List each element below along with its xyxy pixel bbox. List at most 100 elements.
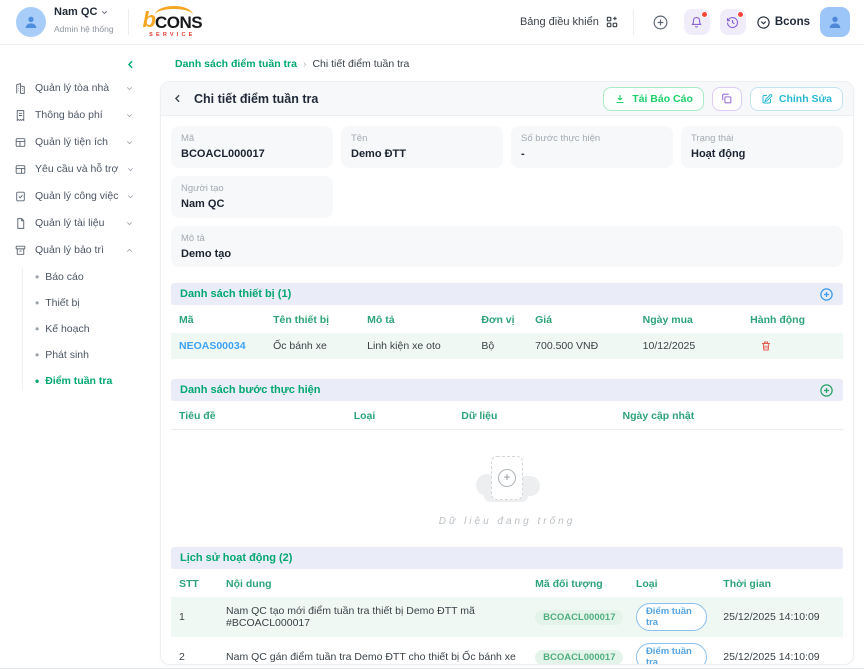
device-code-link[interactable]: NEOAS00034 <box>179 340 246 352</box>
sidebar-item-fee-notice[interactable]: Thông báo phí <box>14 106 134 124</box>
field-name-value: Demo ĐTT <box>351 148 493 160</box>
col-header: Ngày cập nhật <box>615 401 844 430</box>
sidebar-item-requests-support[interactable]: Yêu cầu và hỗ trợ <box>14 160 134 178</box>
card-header: Chi tiết điểm tuần tra Tải Báo Cáo Chỉnh… <box>161 82 853 116</box>
user-avatar[interactable] <box>16 7 46 37</box>
history-content: Nam QC tạo mới điểm tuần tra thiết bị De… <box>218 597 527 637</box>
plus-circle-icon <box>819 287 834 302</box>
devices-section-title: Danh sách thiết bị (1) <box>180 288 291 300</box>
notification-badge <box>701 11 708 18</box>
sidebar-item-task-management[interactable]: Quản lý công việc <box>14 187 134 205</box>
dashboard-link[interactable]: Bảng điều khiển <box>520 15 619 29</box>
sidebar-subitem-plans[interactable]: •Kế hoạch <box>35 320 134 338</box>
sidebar-item-document-management[interactable]: Quản lý tài liệu <box>14 214 134 232</box>
history-time: 25/12/2025 14:10:09 <box>715 597 843 637</box>
sidebar: Quản lý tòa nhà Thông báo phí Quản lý ti… <box>0 45 140 668</box>
document-icon <box>14 217 27 230</box>
chevron-down-icon <box>125 84 134 93</box>
org-switcher[interactable]: Bcons <box>756 15 810 30</box>
user-menu[interactable]: Nam QC Admin hệ thống <box>16 6 114 37</box>
sidebar-subitem-patrol-points[interactable]: •Điểm tuần tra <box>35 372 134 390</box>
person-icon <box>827 14 843 30</box>
devices-section-header: Danh sách thiết bị (1) <box>171 283 843 305</box>
field-status-value: Hoạt động <box>691 148 833 160</box>
sidebar-item-building-management[interactable]: Quản lý tòa nhà <box>14 79 134 97</box>
logo-text: CONS <box>155 14 202 31</box>
add-step-button[interactable] <box>819 383 834 398</box>
field-name: Tên Demo ĐTT <box>341 126 503 168</box>
history-section-title: Lịch sử hoạt động (2) <box>180 552 292 564</box>
col-header: Mã <box>171 305 265 333</box>
delete-device-button[interactable] <box>750 340 835 352</box>
user-name: Nam QC <box>54 6 97 19</box>
plus-circle-icon <box>652 14 669 31</box>
col-header: Mã đối tượng <box>527 569 628 597</box>
history-content: Nam QC gán điểm tuần tra Demo ĐTT cho th… <box>218 637 527 665</box>
field-code: Mã BCOACL000017 <box>171 126 333 168</box>
history-stt: 1 <box>171 597 218 637</box>
empty-text: Dữ liệu đang trống <box>439 516 576 527</box>
chevron-left-icon <box>171 92 184 105</box>
page-title: Chi tiết điểm tuần tra <box>194 92 318 106</box>
col-header: Đơn vị <box>473 305 527 333</box>
steps-section-title: Danh sách bước thực hiện <box>180 384 321 396</box>
invoice-icon <box>14 109 27 122</box>
breadcrumb-current: Chi tiết điểm tuần tra <box>312 58 409 70</box>
edit-button[interactable]: Chỉnh Sửa <box>750 87 843 111</box>
col-header: Loại <box>346 401 454 430</box>
device-row: NEOAS00034 Ốc bánh xe Linh kiện xe oto B… <box>171 333 843 359</box>
sidebar-collapse-button[interactable] <box>124 58 137 71</box>
field-step-count: Số bước thực hiện - <box>511 126 673 168</box>
field-creator-value: Nam QC <box>181 198 323 210</box>
breadcrumb-separator: › <box>303 58 307 70</box>
device-unit: Bộ <box>473 333 527 359</box>
chevron-down-icon <box>125 219 134 228</box>
detail-fields: Mã BCOACL000017 Tên Demo ĐTT Số bước thự… <box>171 126 843 267</box>
col-header: Ngày mua <box>635 305 743 333</box>
sidebar-subitem-devices[interactable]: •Thiết bị <box>35 294 134 312</box>
breadcrumb-row: Danh sách điểm tuần tra › Chi tiết điểm … <box>146 53 854 75</box>
activity-history-button[interactable] <box>720 9 746 35</box>
person-icon <box>23 14 39 30</box>
breadcrumb-parent[interactable]: Danh sách điểm tuần tra <box>175 58 297 70</box>
object-code-badge: BCOACL000017 <box>535 610 623 625</box>
field-description: Mô tả Demo tạo <box>171 226 843 267</box>
device-desc: Linh kiện xe oto <box>359 333 473 359</box>
field-code-value: BCOACL000017 <box>181 148 323 160</box>
sidebar-item-utilities[interactable]: Quản lý tiện ích <box>14 133 134 151</box>
device-name: Ốc bánh xe <box>265 333 359 359</box>
profile-avatar[interactable] <box>820 7 850 37</box>
empty-illustration: + <box>474 456 540 502</box>
notifications-button[interactable] <box>684 9 710 35</box>
sidebar-subitem-reports[interactable]: •Báo cáo <box>35 268 134 286</box>
panel-icon <box>14 163 27 176</box>
detail-card: Chi tiết điểm tuần tra Tải Báo Cáo Chỉnh… <box>160 81 854 665</box>
field-status: Trạng thái Hoạt động <box>681 126 843 168</box>
col-header: Tiêu đề <box>171 401 346 430</box>
add-button[interactable] <box>648 9 674 35</box>
add-device-button[interactable] <box>819 287 834 302</box>
sidebar-item-maintenance-management[interactable]: Quản lý bảo trì <box>14 241 134 259</box>
steps-table: Tiêu đề Loại Dữ liệu Ngày cập nhật <box>171 401 843 430</box>
panel-icon <box>14 136 27 149</box>
object-code-badge: BCOACL000017 <box>535 650 623 665</box>
type-pill: Điểm tuần tra <box>636 643 707 665</box>
history-table: STT Nội dung Mã đối tượng Loại Thời gian… <box>171 569 843 665</box>
building-icon <box>14 82 27 95</box>
sidebar-subitem-incidents[interactable]: •Phát sinh <box>35 346 134 364</box>
divider <box>633 9 634 35</box>
field-step-count-value: - <box>521 148 663 160</box>
archive-box-icon <box>14 244 27 257</box>
logo-b-glyph: b <box>143 9 156 31</box>
back-button[interactable] <box>171 92 184 105</box>
copy-button[interactable] <box>712 87 742 111</box>
chevron-up-icon <box>125 246 134 255</box>
history-row: 2 Nam QC gán điểm tuần tra Demo ĐTT cho … <box>171 637 843 665</box>
history-section-header: Lịch sử hoạt động (2) <box>171 547 843 569</box>
download-report-button[interactable]: Tải Báo Cáo <box>603 87 704 111</box>
chevron-down-icon <box>100 8 109 17</box>
maintenance-submenu: •Báo cáo •Thiết bị •Kế hoạch •Phát sinh … <box>22 268 134 390</box>
steps-section-header: Danh sách bước thực hiện <box>171 379 843 401</box>
brand-logo[interactable]: b CONS SERVICE <box>143 5 203 39</box>
logo-subtext: SERVICE <box>149 33 195 39</box>
